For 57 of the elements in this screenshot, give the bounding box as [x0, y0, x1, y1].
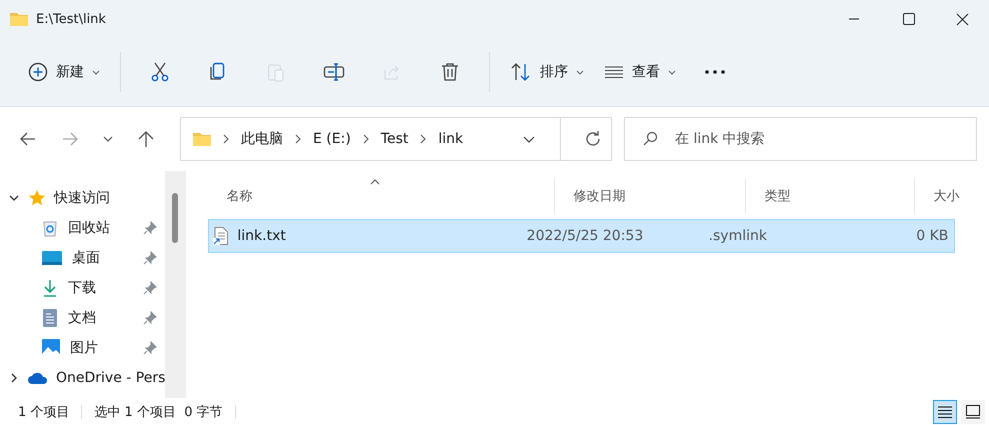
tiles-view-icon — [966, 404, 980, 418]
file-size: 0 KB — [916, 228, 948, 244]
breadcrumb-item[interactable]: E (E:) — [313, 131, 351, 147]
search-field[interactable]: 在 link 中搜索 — [624, 117, 977, 161]
plus-circle-icon — [28, 62, 48, 82]
new-button[interactable]: 新建 — [18, 52, 110, 92]
sidebar-item[interactable]: 图片 — [70, 339, 98, 357]
column-header[interactable]: 类型 — [764, 187, 790, 205]
file-name: link.txt — [237, 228, 286, 244]
column-header[interactable]: 修改日期 — [573, 187, 626, 205]
folder-icon — [193, 132, 211, 146]
chevron-right-icon — [295, 134, 301, 144]
window-title: E:\Test\link — [36, 12, 106, 26]
paste-icon — [266, 62, 286, 82]
breadcrumb-item[interactable]: Test — [380, 131, 408, 147]
details-view-icon — [938, 406, 952, 418]
shortcut-file-icon — [213, 227, 230, 245]
selection-info: 选中 1 个项目 0 字节 — [94, 404, 223, 420]
sidebar-item[interactable]: 回收站 — [68, 219, 110, 237]
sidebar-item[interactable]: 桌面 — [72, 249, 100, 267]
sidebar-item[interactable]: 文档 — [68, 309, 96, 327]
column-header[interactable]: 名称 — [226, 187, 252, 205]
scissors-icon — [150, 62, 170, 82]
tiles-view-button[interactable] — [961, 400, 985, 424]
file-type: .symlink — [708, 228, 767, 244]
view-button[interactable]: 查看 — [594, 52, 686, 92]
folder-icon — [10, 12, 28, 26]
cloud-icon — [28, 371, 48, 385]
chevron-right-icon — [362, 134, 369, 144]
pictures-icon — [42, 339, 60, 357]
sort-arrows-icon — [510, 62, 532, 82]
desktop-icon — [42, 250, 62, 266]
download-icon — [42, 279, 58, 297]
item-count: 1 个项目 — [18, 404, 70, 420]
breadcrumb-item[interactable]: link — [438, 131, 464, 147]
up-icon[interactable] — [136, 129, 156, 149]
sort-up-icon — [370, 179, 380, 185]
column-header[interactable]: 大小 — [933, 187, 960, 205]
sidebar-item[interactable]: 下载 — [68, 279, 96, 297]
sidebar-item[interactable]: OneDrive - Pers — [56, 370, 166, 386]
recycle-bin-icon — [42, 219, 58, 237]
address-bar[interactable]: 此电脑 E (E:) Test link — [180, 117, 612, 161]
sort-button[interactable]: 排序 — [500, 52, 594, 92]
chevron-right-icon — [420, 134, 426, 144]
scrollbar-thumb[interactable] — [172, 193, 178, 243]
sidebar-item[interactable]: 快速访问 — [54, 189, 110, 207]
file-row[interactable]: link.txt 2022/5/25 20:53 .symlink 0 KB — [208, 219, 956, 253]
star-icon — [28, 189, 46, 207]
search-icon — [642, 131, 658, 147]
modified-date: 2022/5/25 20:53 — [526, 228, 644, 244]
trash-icon — [440, 62, 460, 82]
rename-icon — [323, 62, 345, 82]
chevron-right-icon — [223, 134, 229, 144]
breadcrumb-item[interactable]: 此电脑 — [241, 130, 283, 148]
document-icon — [42, 309, 58, 327]
details-view-button[interactable] — [933, 400, 957, 424]
more-icon — [705, 70, 725, 74]
